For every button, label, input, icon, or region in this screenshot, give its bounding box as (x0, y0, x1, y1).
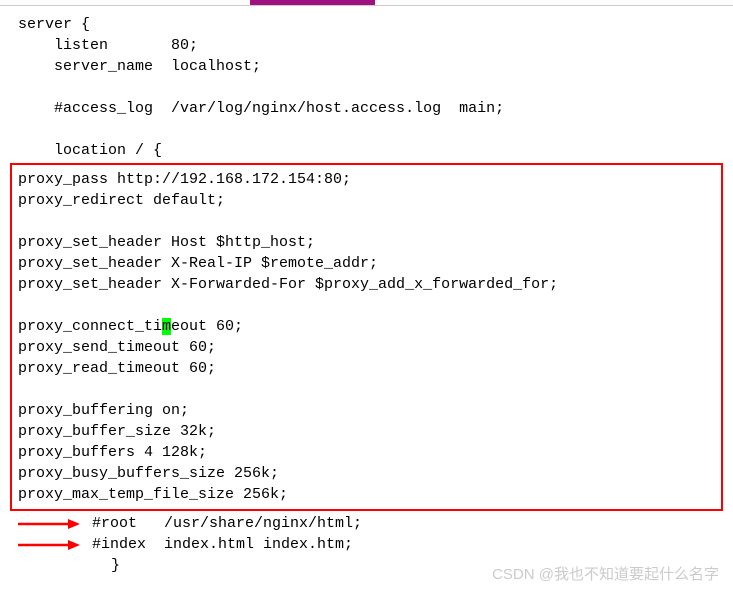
code-line: proxy_pass http://192.168.172.154:80; (16, 169, 721, 190)
code-line: location / { (0, 140, 733, 161)
code-line: server_name localhost; (0, 56, 733, 77)
closing-brace: } (0, 555, 733, 576)
code-line (0, 119, 733, 140)
proxy-connect-timeout-line: proxy_connect_timeout 60; (16, 316, 721, 337)
config-text: server { listen 80; server_name localhos… (0, 6, 733, 576)
code-line: proxy_send_timeout 60; (16, 337, 721, 358)
code-line: listen 80; (0, 35, 733, 56)
highlighted-config-box: proxy_pass http://192.168.172.154:80;pro… (10, 163, 723, 511)
code-line: proxy_redirect default; (16, 190, 721, 211)
cursor-highlight: m (162, 318, 171, 335)
proxy-config-before: proxy_pass http://192.168.172.154:80;pro… (16, 169, 721, 316)
code-line: proxy_buffer_size 32k; (16, 421, 721, 442)
code-line: proxy_buffers 4 128k; (16, 442, 721, 463)
code-line: proxy_set_header Host $http_host; (16, 232, 721, 253)
code-line: proxy_max_temp_file_size 256k; (16, 484, 721, 505)
code-line: server { (0, 14, 733, 35)
code-text: proxy_connect_ti (18, 318, 162, 335)
code-line (16, 295, 721, 316)
arrow-icon (18, 519, 80, 529)
annotated-code-line: #root /usr/share/nginx/html; (92, 513, 733, 534)
proxy-config-after: proxy_send_timeout 60;proxy_read_timeout… (16, 337, 721, 505)
annotated-code-line: #index index.html index.htm; (92, 534, 733, 555)
arrow-icon (18, 540, 80, 550)
config-header-block: server { listen 80; server_name localhos… (0, 14, 733, 161)
code-line: proxy_buffering on; (16, 400, 721, 421)
code-line: #index index.html index.htm; (92, 534, 733, 555)
code-line: proxy_busy_buffers_size 256k; (16, 463, 721, 484)
code-line (16, 211, 721, 232)
active-tab-indicator (250, 0, 375, 5)
code-line (16, 379, 721, 400)
code-line: proxy_read_timeout 60; (16, 358, 721, 379)
code-text: eout 60; (171, 318, 243, 335)
code-line: proxy_set_header X-Forwarded-For $proxy_… (16, 274, 721, 295)
code-line: #root /usr/share/nginx/html; (92, 513, 733, 534)
code-line (0, 77, 733, 98)
commented-root-index-block: #root /usr/share/nginx/html;#index index… (0, 513, 733, 555)
code-line: #access_log /var/log/nginx/host.access.l… (0, 98, 733, 119)
code-line: proxy_set_header X-Real-IP $remote_addr; (16, 253, 721, 274)
